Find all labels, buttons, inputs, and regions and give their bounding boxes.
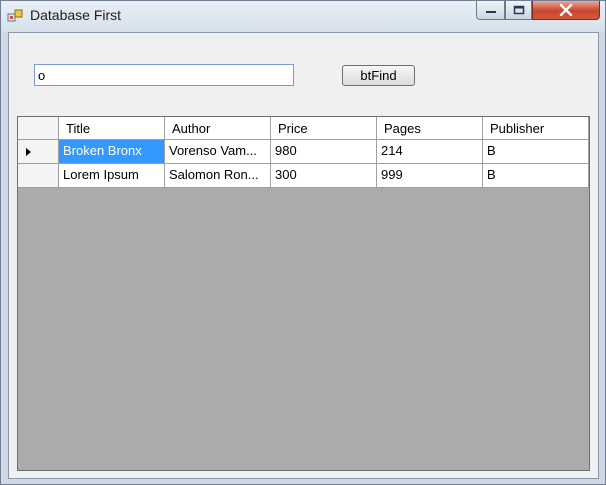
row-header[interactable] [18, 140, 59, 164]
minimize-button[interactable] [476, 1, 505, 20]
app-icon [7, 9, 23, 22]
cell-author[interactable]: Vorenso Vam... [165, 140, 271, 164]
title-bar[interactable]: Database First [1, 1, 605, 32]
cell-price[interactable]: 300 [271, 164, 377, 188]
column-header-pages[interactable]: Pages [377, 117, 483, 140]
row-header[interactable] [18, 164, 59, 188]
table-row[interactable]: Lorem Ipsum Salomon Ron... 300 999 B [18, 164, 589, 188]
cell-title[interactable]: Broken Bronx [59, 140, 165, 164]
cell-title[interactable]: Lorem Ipsum [59, 164, 165, 188]
close-icon [559, 4, 573, 16]
minimize-icon [485, 11, 496, 13]
maximize-button[interactable] [505, 1, 532, 20]
cell-pages[interactable]: 999 [377, 164, 483, 188]
table-row[interactable]: Broken Bronx Vorenso Vam... 980 214 B [18, 140, 589, 164]
app-window: Database First btFind Title Author [0, 0, 606, 485]
column-header-price[interactable]: Price [271, 117, 377, 140]
current-row-arrow-icon [26, 148, 31, 156]
top-left-header-cell[interactable] [18, 117, 59, 140]
column-header-publisher[interactable]: Publisher [483, 117, 589, 140]
data-grid[interactable]: Title Author Price Pages Publisher Broke… [17, 116, 590, 471]
search-input[interactable] [34, 64, 294, 86]
cell-publisher[interactable]: B [483, 164, 589, 188]
column-header-title[interactable]: Title [59, 117, 165, 140]
cell-publisher[interactable]: B [483, 140, 589, 164]
cell-pages[interactable]: 214 [377, 140, 483, 164]
window-title: Database First [30, 7, 122, 23]
form-client-area: btFind Title Author Price Pages Publishe… [8, 32, 599, 479]
cell-author[interactable]: Salomon Ron... [165, 164, 271, 188]
close-button[interactable] [532, 1, 600, 20]
grid-header-row: Title Author Price Pages Publisher [18, 117, 589, 141]
maximize-icon [513, 5, 524, 15]
column-header-author[interactable]: Author [165, 117, 271, 140]
find-button[interactable]: btFind [342, 65, 415, 86]
cell-price[interactable]: 980 [271, 140, 377, 164]
